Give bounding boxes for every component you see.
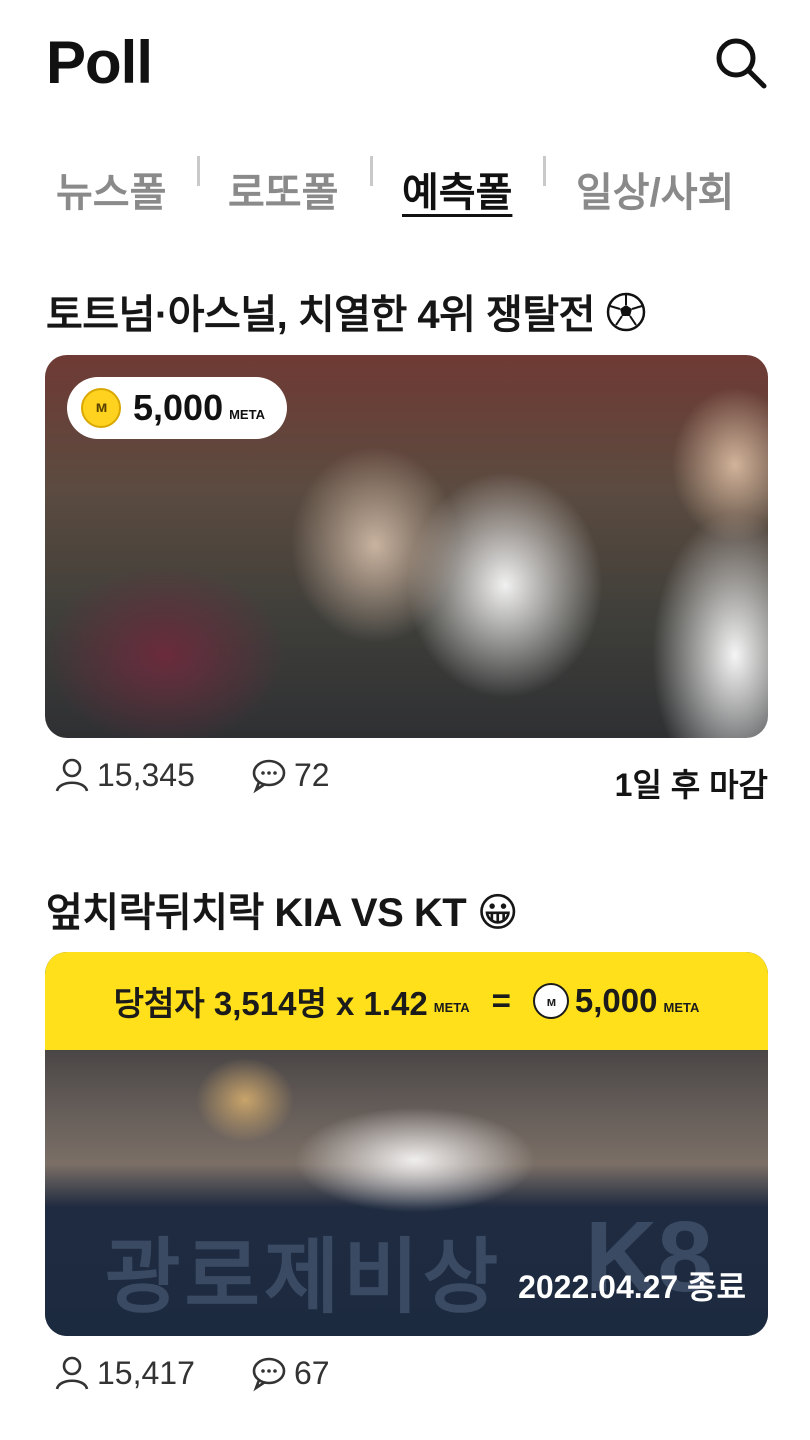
grinning-face-icon: 😀 bbox=[476, 891, 519, 935]
app-header: Poll bbox=[0, 0, 810, 130]
deadline-label: 1일 후 마감 bbox=[614, 767, 768, 803]
meta-coin-icon: ᴍ bbox=[81, 388, 121, 428]
baseball-photo: 광로제비상 K8 2022.04.27 종료 bbox=[45, 1050, 768, 1336]
poll-title-text: 토트넘·아스널, 치열한 4위 쟁탈전 bbox=[46, 293, 595, 337]
participants-count: 15,417 bbox=[53, 1354, 195, 1392]
person-icon bbox=[55, 1356, 89, 1390]
total-reward: 5,000 bbox=[574, 982, 658, 1019]
soccer-ball-icon bbox=[606, 292, 645, 332]
tab-daily-society[interactable]: 일상/사회 bbox=[576, 160, 734, 218]
poll-title-text: 엎치락뒤치락 KIA VS KT bbox=[46, 891, 467, 935]
comment-icon bbox=[252, 759, 286, 794]
category-tabs: 뉴스폴 로또폴 예측폴 일상/사회 bbox=[0, 150, 810, 220]
total-unit: META bbox=[663, 999, 700, 1015]
comments-count[interactable]: 72 bbox=[250, 756, 330, 794]
poll-image[interactable]: 당첨자 3,514명 x 1.42 META = ᴍ 5,000 META 광로… bbox=[45, 952, 768, 1336]
person-icon bbox=[55, 758, 89, 792]
tab-news-poll[interactable]: 뉴스폴 bbox=[56, 160, 166, 218]
tab-prediction-poll[interactable]: 예측폴 bbox=[402, 160, 512, 218]
result-banner: 당첨자 3,514명 x 1.42 META = ᴍ 5,000 META bbox=[45, 952, 768, 1050]
winners-unit: META bbox=[433, 999, 470, 1015]
poll-title[interactable]: 엎치락뒤치락 KIA VS KT 😀 bbox=[46, 880, 519, 938]
participants-count: 15,345 bbox=[53, 756, 195, 794]
search-icon bbox=[716, 38, 767, 89]
tab-divider bbox=[197, 156, 200, 186]
search-button[interactable] bbox=[710, 32, 770, 92]
reward-amount: 5,000 bbox=[133, 387, 224, 428]
poll-image[interactable]: ᴍ 5,000 META bbox=[45, 355, 768, 738]
winners-text: 당첨자 3,514명 x 1.42 bbox=[113, 985, 428, 1022]
poll-stats: 15,417 67 bbox=[45, 1354, 768, 1404]
reward-unit: META bbox=[229, 406, 265, 422]
stadium-board-text: 광로제비상 bbox=[105, 1232, 503, 1323]
comments-count[interactable]: 67 bbox=[250, 1354, 330, 1392]
comment-icon bbox=[252, 1357, 286, 1392]
equals-sign: = bbox=[491, 982, 511, 1019]
page-title: Poll bbox=[46, 29, 153, 96]
ended-label: 2022.04.27 종료 bbox=[518, 1269, 746, 1305]
poll-stats: 15,345 72 1일 후 마감 bbox=[45, 756, 768, 806]
tab-divider bbox=[543, 156, 546, 186]
meta-coin-icon: ᴍ bbox=[532, 983, 569, 1019]
tab-divider bbox=[370, 156, 373, 186]
reward-badge: ᴍ 5,000 META bbox=[67, 377, 287, 439]
tab-lotto-poll[interactable]: 로또폴 bbox=[228, 160, 338, 218]
poll-title[interactable]: 토트넘·아스널, 치열한 4위 쟁탈전 bbox=[46, 282, 646, 340]
